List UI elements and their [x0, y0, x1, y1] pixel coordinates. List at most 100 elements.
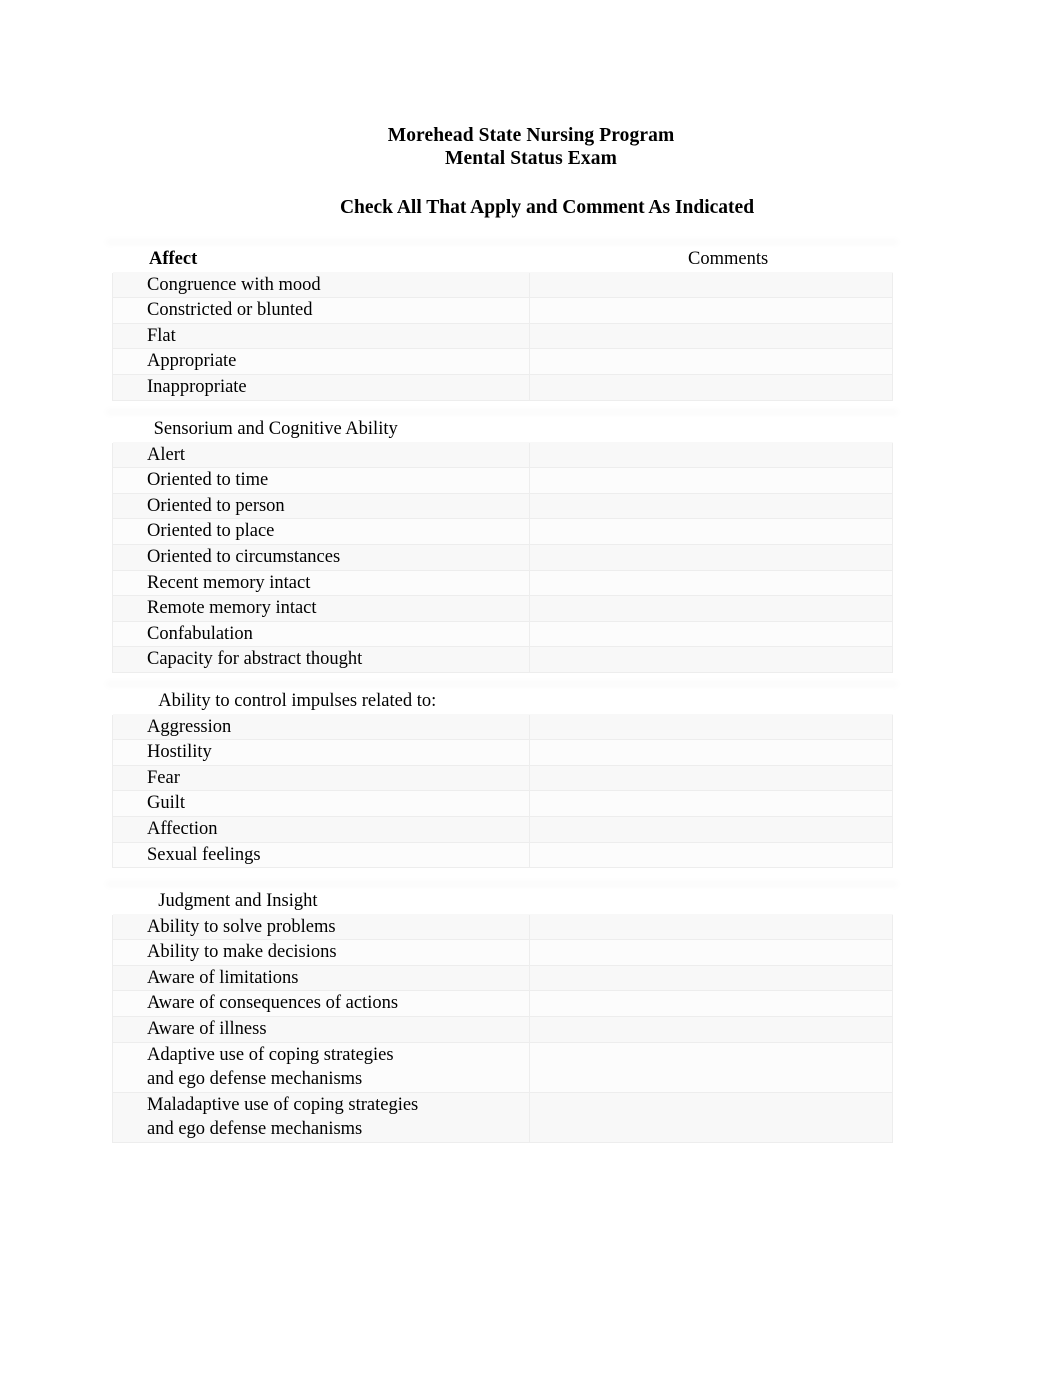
table-row[interactable]: Appropriate: [112, 348, 893, 375]
comment-entry-area[interactable]: [530, 1093, 892, 1142]
comment-entry-cell[interactable]: [529, 271, 893, 299]
comment-entry-cell[interactable]: [529, 373, 893, 401]
checklist-item-cell[interactable]: Inappropriate: [112, 373, 530, 401]
table-row[interactable]: Constricted or blunted: [112, 297, 893, 324]
checklist-item-cell[interactable]: Appropriate: [112, 348, 530, 375]
checklist-item-cell[interactable]: Oriented to circumstances: [112, 543, 530, 571]
comment-entry-area[interactable]: [530, 622, 892, 647]
table-row[interactable]: Hostility: [112, 739, 893, 766]
checklist-item-cell[interactable]: Aware of illness: [112, 1015, 530, 1043]
table-row[interactable]: Oriented to person: [112, 492, 893, 520]
checklist-item-cell[interactable]: Congruence with mood: [112, 271, 530, 299]
comment-entry-cell[interactable]: [529, 790, 893, 817]
comment-entry-area[interactable]: [530, 766, 892, 791]
checklist-item-cell[interactable]: Oriented to person: [112, 492, 530, 520]
comment-entry-area[interactable]: [530, 349, 892, 374]
checklist-item-cell[interactable]: Adaptive use of coping strategies and eg…: [112, 1041, 530, 1093]
comment-entry-area[interactable]: [530, 571, 892, 596]
checklist-item-cell[interactable]: Ability to make decisions: [112, 939, 530, 966]
comment-entry-area[interactable]: [530, 468, 892, 493]
table-row[interactable]: Oriented to place: [112, 518, 893, 545]
comment-entry-cell[interactable]: [529, 322, 893, 350]
checklist-item-cell[interactable]: Fear: [112, 764, 530, 792]
table-row[interactable]: Capacity for abstract thought: [112, 646, 893, 673]
table-row[interactable]: Affection: [112, 815, 893, 843]
checklist-item-cell[interactable]: Capacity for abstract thought: [112, 646, 530, 673]
checklist-item-cell[interactable]: Aware of limitations: [112, 964, 530, 992]
comment-entry-cell[interactable]: [529, 620, 893, 648]
table-row[interactable]: Maladaptive use of coping strategies and…: [112, 1091, 893, 1143]
comment-entry-cell[interactable]: [529, 939, 893, 966]
comment-entry-cell[interactable]: [529, 739, 893, 766]
checklist-item-cell[interactable]: Sexual feelings: [112, 841, 530, 869]
comment-entry-cell[interactable]: [529, 297, 893, 324]
checklist-item-cell[interactable]: Hostility: [112, 739, 530, 766]
comment-entry-area[interactable]: [530, 991, 892, 1016]
table-row[interactable]: Alert: [112, 441, 893, 469]
checklist-item-cell[interactable]: Recent memory intact: [112, 569, 530, 597]
comment-entry-area[interactable]: [530, 715, 892, 740]
table-row[interactable]: Confabulation: [112, 620, 893, 648]
comment-entry-area[interactable]: [530, 817, 892, 842]
comment-entry-cell[interactable]: [529, 543, 893, 571]
table-row[interactable]: Fear: [112, 764, 893, 792]
table-row[interactable]: Remote memory intact: [112, 595, 893, 622]
comment-entry-area[interactable]: [530, 647, 892, 672]
checklist-item-cell[interactable]: Guilt: [112, 790, 530, 817]
table-row[interactable]: Aware of limitations: [112, 964, 893, 992]
table-row[interactable]: Adaptive use of coping strategies and eg…: [112, 1041, 893, 1093]
comment-entry-cell[interactable]: [529, 569, 893, 597]
checklist-item-cell[interactable]: Aware of consequences of actions: [112, 990, 530, 1017]
table-row[interactable]: Sexual feelings: [112, 841, 893, 869]
comment-entry-area[interactable]: [530, 966, 892, 991]
checklist-item-cell[interactable]: Remote memory intact: [112, 595, 530, 622]
checklist-item-cell[interactable]: Constricted or blunted: [112, 297, 530, 324]
comment-entry-cell[interactable]: [529, 646, 893, 673]
comment-entry-area[interactable]: [530, 273, 892, 298]
checklist-item-cell[interactable]: Oriented to time: [112, 467, 530, 494]
checklist-item-cell[interactable]: Oriented to place: [112, 518, 530, 545]
comment-entry-cell[interactable]: [529, 1091, 893, 1143]
table-row[interactable]: Recent memory intact: [112, 569, 893, 597]
comment-entry-area[interactable]: [530, 740, 892, 765]
comment-entry-cell[interactable]: [529, 913, 893, 941]
comment-entry-cell[interactable]: [529, 964, 893, 992]
table-row[interactable]: Inappropriate: [112, 373, 893, 401]
checklist-item-cell[interactable]: Flat: [112, 322, 530, 350]
comment-entry-cell[interactable]: [529, 713, 893, 741]
comment-entry-cell[interactable]: [529, 1041, 893, 1093]
comment-entry-area[interactable]: [530, 843, 892, 868]
comment-entry-cell[interactable]: [529, 990, 893, 1017]
comment-entry-cell[interactable]: [529, 348, 893, 375]
comment-entry-area[interactable]: [530, 324, 892, 349]
table-row[interactable]: Ability to make decisions: [112, 939, 893, 966]
comment-entry-area[interactable]: [530, 545, 892, 570]
table-row[interactable]: Ability to solve problems: [112, 913, 893, 941]
comment-entry-area[interactable]: [530, 519, 892, 544]
comment-entry-area[interactable]: [530, 1017, 892, 1042]
comment-entry-cell[interactable]: [529, 441, 893, 469]
comment-entry-cell[interactable]: [529, 1015, 893, 1043]
table-row[interactable]: Aware of consequences of actions: [112, 990, 893, 1017]
table-row[interactable]: Oriented to time: [112, 467, 893, 494]
comment-entry-area[interactable]: [530, 791, 892, 816]
comment-entry-area[interactable]: [530, 1043, 892, 1092]
comment-entry-cell[interactable]: [529, 764, 893, 792]
table-row[interactable]: Guilt: [112, 790, 893, 817]
table-row[interactable]: Aggression: [112, 713, 893, 741]
comment-entry-area[interactable]: [530, 375, 892, 400]
table-row[interactable]: Congruence with mood: [112, 271, 893, 299]
checklist-item-cell[interactable]: Ability to solve problems: [112, 913, 530, 941]
checklist-item-cell[interactable]: Maladaptive use of coping strategies and…: [112, 1091, 530, 1143]
table-row[interactable]: Oriented to circumstances: [112, 543, 893, 571]
checklist-item-cell[interactable]: Alert: [112, 441, 530, 469]
table-row[interactable]: Aware of illness: [112, 1015, 893, 1043]
comment-entry-area[interactable]: [530, 915, 892, 940]
checklist-item-cell[interactable]: Affection: [112, 815, 530, 843]
comment-entry-cell[interactable]: [529, 467, 893, 494]
comment-entry-cell[interactable]: [529, 518, 893, 545]
comment-entry-cell[interactable]: [529, 595, 893, 622]
comment-entry-cell[interactable]: [529, 492, 893, 520]
comment-entry-area[interactable]: [530, 940, 892, 965]
table-row[interactable]: Flat: [112, 322, 893, 350]
